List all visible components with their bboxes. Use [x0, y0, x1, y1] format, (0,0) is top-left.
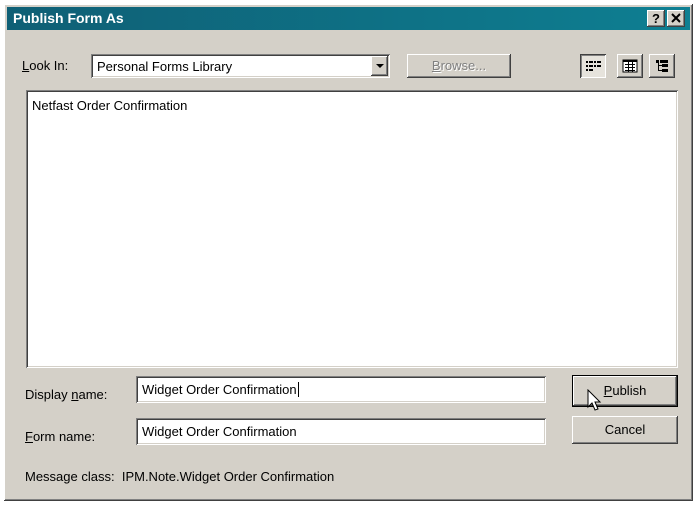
- look-in-value: Personal Forms Library: [97, 59, 233, 74]
- help-button[interactable]: ?: [647, 10, 665, 27]
- details-view-button[interactable]: [617, 54, 643, 78]
- form-name-label: Form name:: [25, 429, 96, 444]
- form-name-field[interactable]: Widget Order Confirmation: [136, 418, 546, 445]
- properties-view-button[interactable]: [649, 54, 675, 78]
- form-name-value: Widget Order Confirmation: [142, 424, 297, 439]
- title-bar[interactable]: Publish Form As ?: [7, 7, 690, 30]
- list-view-icon: [586, 61, 601, 71]
- look-in-dropdown[interactable]: Personal Forms Library: [91, 54, 390, 78]
- list-view-button[interactable]: [580, 54, 606, 78]
- chevron-down-icon[interactable]: [371, 56, 388, 76]
- browse-button[interactable]: Browse...: [407, 54, 511, 78]
- look-in-label: Look In:: [22, 58, 69, 73]
- text-caret: [297, 382, 299, 397]
- cancel-button[interactable]: Cancel: [572, 416, 678, 444]
- mouse-cursor-icon: [587, 389, 602, 411]
- properties-view-icon: [656, 60, 668, 72]
- close-button[interactable]: [667, 10, 685, 27]
- message-class-label: Message class: IPM.Note.Widget Order Con…: [25, 469, 335, 484]
- details-view-icon: [622, 59, 638, 73]
- display-name-label: Display name:: [25, 387, 108, 402]
- window-title: Publish Form As: [13, 10, 124, 26]
- list-item[interactable]: Netfast Order Confirmation: [32, 98, 187, 113]
- forms-list[interactable]: Netfast Order Confirmation: [26, 90, 678, 368]
- message-class-value: IPM.Note.Widget Order Confirmation: [121, 469, 335, 484]
- display-name-field[interactable]: Widget Order Confirmation: [136, 376, 546, 403]
- close-icon: [671, 13, 681, 23]
- publish-form-dialog: Publish Form As ? Look In: Personal Form…: [4, 4, 693, 501]
- display-name-value: Widget Order Confirmation: [142, 382, 297, 397]
